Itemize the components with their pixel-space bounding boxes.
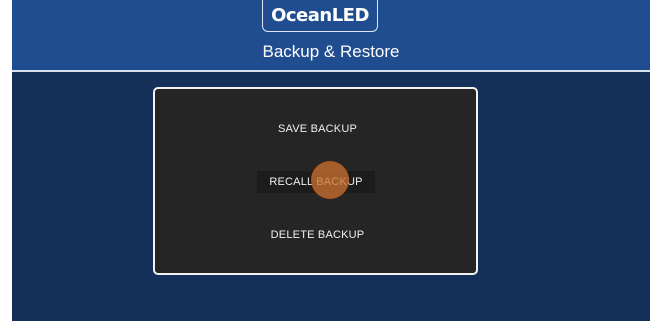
backup-menu-panel: SAVE BACKUP RECALL BACKUP DELETE BACKUP <box>153 87 478 275</box>
save-backup-button[interactable]: SAVE BACKUP <box>260 118 375 140</box>
oceanled-logo: OceanLED <box>262 0 378 32</box>
page-title: Backup & Restore <box>262 42 400 61</box>
delete-backup-button[interactable]: DELETE BACKUP <box>258 224 377 246</box>
app-window: OceanLED Backup & Restore SAVE BACKUP RE… <box>12 0 650 321</box>
header-bar: OceanLED Backup & Restore <box>12 0 650 72</box>
recall-backup-button[interactable]: RECALL BACKUP <box>257 171 375 193</box>
screen: OceanLED Backup & Restore SAVE BACKUP RE… <box>0 0 656 321</box>
